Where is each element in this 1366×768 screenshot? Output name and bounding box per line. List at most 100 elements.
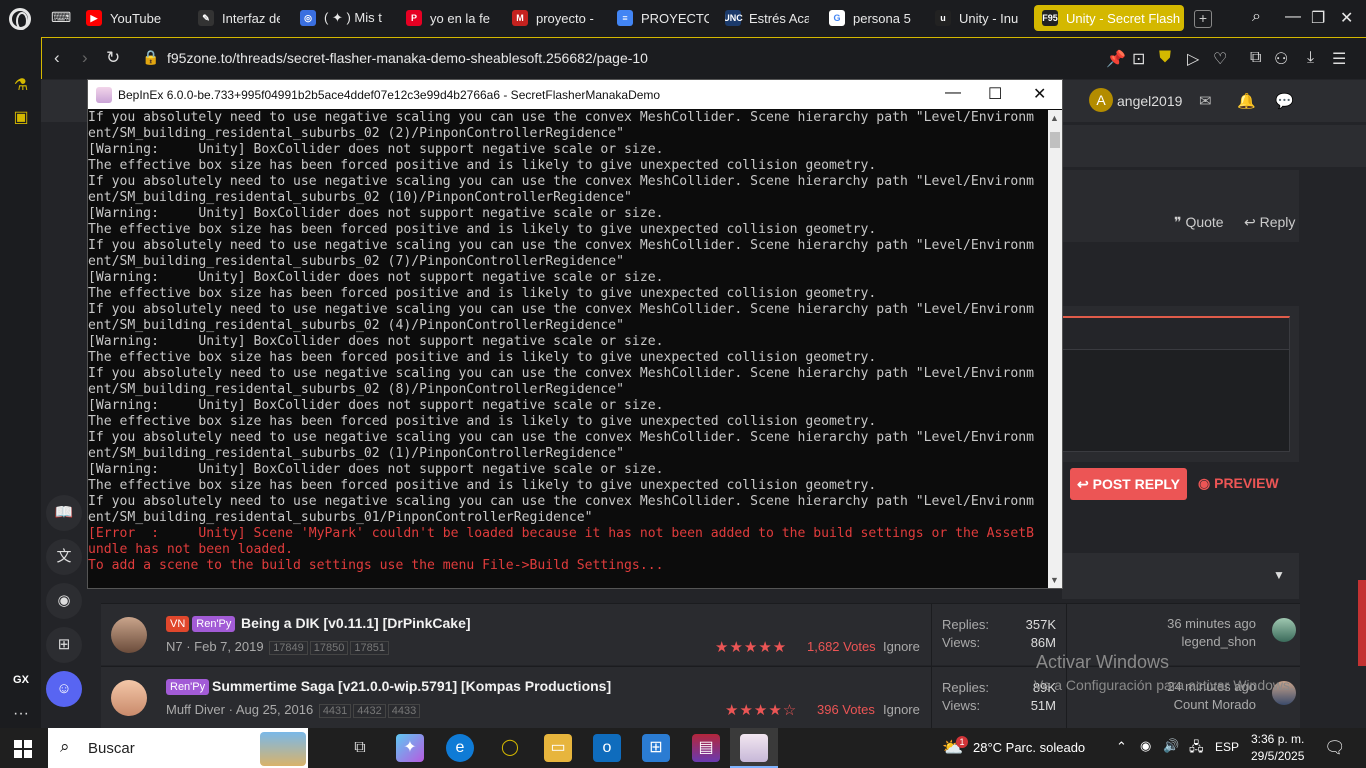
page-link[interactable]: 4433 — [387, 704, 421, 718]
tray-app-icon[interactable]: ◉ — [1140, 738, 1151, 754]
winrar-icon[interactable]: ▤ — [692, 734, 720, 762]
browser-tab[interactable]: UNC Estrés Aca — [725, 5, 809, 31]
taskbar-active-app[interactable] — [730, 728, 778, 768]
scroll-thumb[interactable] — [1050, 132, 1060, 148]
page-link[interactable]: 17850 — [309, 641, 349, 655]
page-link[interactable]: 4431 — [318, 704, 352, 718]
preview-button[interactable]: ◉ PREVIEW — [1198, 475, 1279, 492]
gamepad-icon[interactable]: ⌨ — [51, 10, 71, 24]
console-window[interactable]: BepInEx 6.0.0-be.733+995f04991b2b5ace4dd… — [87, 79, 1063, 589]
browser-tab[interactable]: F95 Unity - Secret Flash — [1034, 5, 1184, 31]
last-post-user[interactable]: Count Morado — [1174, 697, 1256, 712]
forward-icon[interactable]: › — [82, 48, 88, 68]
browser-tab[interactable]: ≡ PROYECTO — [617, 5, 709, 31]
reload-icon[interactable]: ↻ — [106, 48, 120, 68]
prefix-badge[interactable]: Ren'Py — [192, 616, 236, 632]
thread-title[interactable]: Being a DIK [v0.11.1] [DrPinkCake] — [241, 615, 471, 631]
console-title-bar[interactable]: BepInEx 6.0.0-be.733+995f04991b2b5ace4dd… — [88, 80, 1062, 109]
gx-label[interactable]: GX — [10, 669, 32, 691]
post-reply-button[interactable]: ↩ POST REPLY — [1070, 468, 1187, 500]
store-icon[interactable]: ⊞ — [642, 734, 670, 762]
last-post-time[interactable]: 36 minutes ago — [1167, 616, 1256, 631]
volume-icon[interactable]: 🔊 — [1163, 738, 1179, 754]
heart-icon[interactable]: ♡ — [1213, 49, 1227, 69]
console-minimize-icon[interactable]: — — [945, 84, 961, 102]
gx-corner-icon[interactable]: ⚗ — [10, 75, 32, 97]
url-field[interactable]: f95zone.to/threads/secret-flasher-manaka… — [167, 50, 648, 66]
weather-text[interactable]: 28°C Parc. soleado — [973, 740, 1085, 755]
translate-icon[interactable]: 文 — [46, 539, 82, 575]
lock-icon[interactable]: 🔒 — [142, 49, 159, 66]
search-tabs-icon[interactable]: ⌕ — [1252, 8, 1261, 26]
close-icon[interactable]: ✕ — [1340, 8, 1353, 28]
shield-icon[interactable]: ⛊ — [1159, 49, 1171, 67]
prefix-badge[interactable]: Ren'Py — [166, 679, 210, 695]
avatar[interactable] — [1272, 618, 1296, 642]
restore-icon[interactable]: ❐ — [1311, 8, 1325, 28]
chevron-down-icon[interactable]: ▼ — [1273, 568, 1285, 582]
avatar[interactable]: A — [1089, 88, 1113, 112]
ignore-link[interactable]: Ignore — [883, 702, 920, 717]
pin-icon[interactable]: 📌 — [1106, 49, 1126, 69]
page-link[interactable]: 17851 — [350, 641, 389, 655]
chat-icon[interactable]: 💬 — [1275, 92, 1294, 110]
avatar[interactable] — [111, 617, 147, 653]
new-tab-button[interactable]: + — [1194, 10, 1212, 28]
console-maximize-icon[interactable]: ☐ — [988, 84, 1002, 104]
opera-logo-icon[interactable] — [9, 8, 31, 30]
snapshot-icon[interactable]: ⊡ — [1132, 49, 1145, 69]
quote-button[interactable]: ❞ Quote — [1174, 214, 1224, 231]
reply-button[interactable]: ↩ Reply — [1244, 214, 1295, 231]
browser-tab[interactable]: Gpersona 5 — [829, 5, 915, 31]
copilot-icon[interactable]: ✦ — [396, 734, 424, 762]
author-date[interactable]: N7 · Feb 7, 2019 — [166, 639, 264, 654]
browser-tab[interactable]: Pyo en la fe — [406, 5, 492, 31]
mail-icon[interactable]: ✉ — [1199, 92, 1212, 110]
download-icon[interactable]: ⤓ — [1307, 49, 1314, 67]
browser-tab[interactable]: u Unity - Inu — [935, 5, 1021, 31]
thread-title[interactable]: Summertime Saga [v21.0.0-wip.5791] [Komp… — [212, 678, 611, 694]
browser-tab[interactable]: ✎ Interfaz de — [198, 5, 280, 31]
notifications-icon[interactable]: 🗨 — [1324, 738, 1346, 758]
edge-icon[interactable]: e — [446, 734, 474, 762]
minimize-icon[interactable]: — — [1285, 8, 1301, 26]
reading-list-icon[interactable]: 📖 — [46, 495, 82, 531]
easy-setup-icon[interactable]: ☰ — [1332, 49, 1346, 69]
browser-tab[interactable]: ◎ ( ✦ ) Mis t — [300, 5, 392, 31]
author-date[interactable]: Muff Diver · Aug 25, 2016 — [166, 702, 313, 717]
scroll-up-icon[interactable]: ▲ — [1050, 113, 1059, 123]
username[interactable]: angel2019 — [1117, 93, 1182, 109]
page-link[interactable]: 17849 — [269, 641, 308, 655]
prefix-badge[interactable]: VN — [166, 616, 190, 632]
table-row[interactable]: Ren'Py Summertime Saga [v21.0.0-wip.5791]… — [101, 666, 1300, 729]
file-explorer-icon[interactable]: ▭ — [544, 734, 572, 762]
scroll-down-icon[interactable]: ▼ — [1050, 575, 1059, 585]
page-link[interactable]: 4432 — [353, 704, 386, 718]
apps-icon[interactable]: ⊞ — [46, 627, 82, 663]
back-icon[interactable]: ‹ — [54, 48, 60, 68]
browser-tab[interactable]: ▶ YouTube — [86, 5, 176, 31]
clock-date[interactable]: 29/5/2025 — [1251, 749, 1304, 763]
ignore-link[interactable]: Ignore — [883, 639, 920, 654]
task-view-icon[interactable]: ⧉ — [346, 734, 374, 762]
outlook-icon[interactable]: o — [593, 734, 621, 762]
play-icon[interactable]: ▷ — [1187, 49, 1199, 69]
network-icon[interactable]: 🖧 — [1189, 738, 1204, 760]
podcast-icon[interactable]: ◉ — [46, 583, 82, 619]
console-scrollbar[interactable]: ▲ ▼ — [1048, 110, 1062, 588]
language-indicator[interactable]: ESP — [1215, 740, 1239, 754]
bell-icon[interactable]: 🔔 — [1237, 92, 1256, 110]
taskbar-search[interactable]: ⌕ Buscar — [48, 728, 308, 768]
last-post-user[interactable]: legend_shon — [1182, 634, 1256, 649]
extensions-icon[interactable]: ⧉ — [1250, 49, 1261, 67]
clock-time[interactable]: 3:36 p. m. — [1251, 732, 1304, 746]
avatar[interactable] — [111, 680, 147, 716]
windows-start-icon[interactable] — [14, 740, 32, 758]
browser-tab[interactable]: Mproyecto - — [512, 5, 598, 31]
tray-chevron-icon[interactable]: ⌃ — [1116, 739, 1127, 755]
sidebar-more-icon[interactable]: ··· — [10, 703, 32, 725]
profile-icon[interactable]: ⚇ — [1274, 49, 1288, 69]
opera-gx-icon[interactable]: ◯ — [496, 734, 524, 762]
console-close-icon[interactable]: ✕ — [1033, 84, 1046, 104]
gx-control-icon[interactable]: ▣ — [10, 107, 32, 129]
